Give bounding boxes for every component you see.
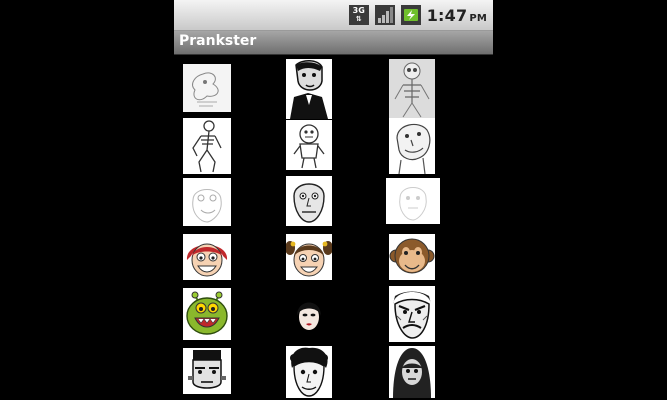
- pigtail-girl-icon: [286, 234, 332, 280]
- monkey-face-icon: [389, 234, 435, 280]
- old-man-sketch-icon: [389, 118, 435, 174]
- clock-ampm: PM: [469, 12, 487, 24]
- face-tile-curly-hair-man[interactable]: [286, 346, 332, 398]
- face-tile-skeleton-figure[interactable]: [183, 118, 231, 174]
- face-tile-bald-man[interactable]: [286, 176, 332, 226]
- skeleton-figure-icon: [183, 118, 231, 174]
- network-3g-icon: 3G ⇅: [348, 5, 369, 25]
- status-bar: 3G ⇅ 1:47 PM: [174, 0, 493, 31]
- face-tile-old-man-sketch[interactable]: [389, 118, 435, 174]
- face-tile-monkey[interactable]: [389, 234, 435, 280]
- app-title-bar: Prankster: [174, 31, 493, 55]
- face-tile-faded-sketch-face[interactable]: [386, 178, 440, 224]
- face-tile-green-monster[interactable]: [183, 288, 231, 340]
- man-in-suit-icon: [286, 59, 332, 119]
- face-tile-man-in-suit[interactable]: [286, 59, 332, 119]
- face-tile-woman[interactable]: [286, 290, 332, 340]
- frankenstein-face-icon: [183, 348, 231, 394]
- sketch-face-1-icon: [183, 64, 231, 112]
- signal-strength-icon: [374, 5, 395, 25]
- hooded-figure-icon: [389, 346, 435, 398]
- app-title: Prankster: [179, 33, 257, 49]
- skeleton-sketch-icon: [389, 59, 435, 119]
- battery-charging-icon: [400, 5, 421, 25]
- small-creature-icon: [286, 120, 332, 170]
- face-tile-redhead-girl[interactable]: [183, 234, 231, 280]
- faded-face-icon: [183, 178, 231, 226]
- faded-sketch-face-icon: [386, 178, 440, 224]
- woman-face-icon: [286, 290, 332, 340]
- clock: 1:47 PM: [427, 6, 487, 25]
- redhead-girl-icon: [183, 234, 231, 280]
- curly-hair-man-icon: [286, 346, 332, 398]
- green-monster-icon: [183, 288, 231, 340]
- face-grid: [174, 54, 493, 400]
- phone-screen: 3G ⇅ 1:47 PM Prankster: [174, 0, 493, 400]
- network-type-label: 3G: [352, 6, 365, 15]
- face-tile-hooded-figure[interactable]: [389, 346, 435, 398]
- data-arrows-icon: ⇅: [355, 15, 362, 23]
- face-tile-pigtail-girl[interactable]: [286, 234, 332, 280]
- angry-old-man-icon: [389, 286, 435, 342]
- face-tile-small-creature[interactable]: [286, 120, 332, 170]
- face-tile-frankenstein[interactable]: [183, 348, 231, 394]
- face-tile-faded-face[interactable]: [183, 178, 231, 226]
- clock-time: 1:47: [426, 5, 468, 25]
- face-tile-angry-old-man[interactable]: [389, 286, 435, 342]
- bald-man-face-icon: [286, 176, 332, 226]
- status-icons: 3G ⇅ 1:47 PM: [348, 0, 487, 30]
- face-tile-skeleton-sketch[interactable]: [389, 59, 435, 119]
- face-tile-sketch-face-1[interactable]: [183, 64, 231, 112]
